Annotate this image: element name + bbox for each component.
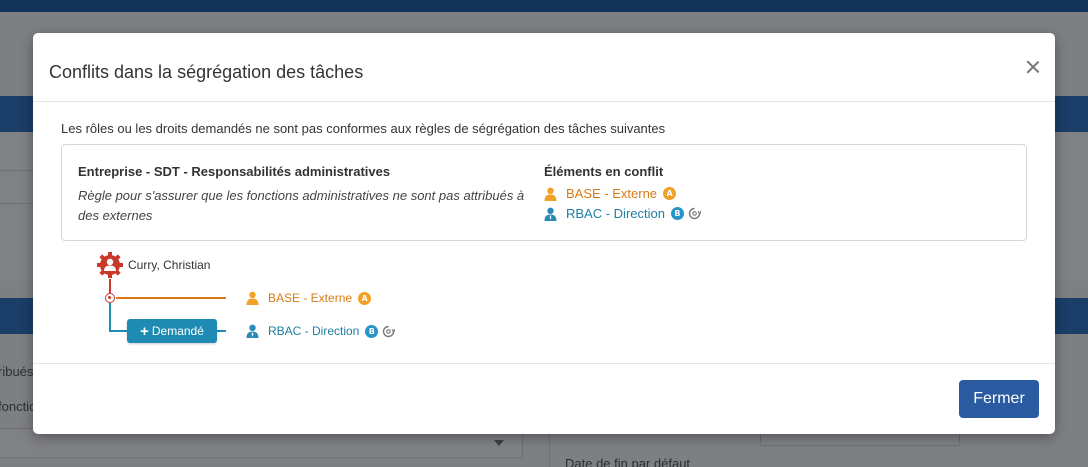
rule-title: Entreprise - SDT - Responsabilités admin… xyxy=(78,164,391,179)
conflict-item-label: RBAC - Direction xyxy=(566,206,665,221)
sync-icon xyxy=(688,207,701,220)
dialog-intro-text: Les rôles ou les droits demandés ne sont… xyxy=(61,121,666,136)
plus-icon: + xyxy=(140,322,149,340)
badge-a-icon: A xyxy=(358,291,372,305)
dialog-footer-divider xyxy=(33,363,1055,364)
app-label: Date de fin par défaut xyxy=(565,456,691,467)
tree-connector xyxy=(116,297,226,299)
user-icon xyxy=(544,207,557,221)
close-icon[interactable] xyxy=(1023,57,1043,77)
app-label: ribués xyxy=(0,364,34,379)
conflict-item[interactable]: RBAC - Direction B xyxy=(544,206,701,221)
user-icon xyxy=(246,291,259,305)
tree-connector xyxy=(109,330,127,332)
user-icon xyxy=(246,324,259,338)
user-gear-icon xyxy=(97,252,123,278)
app-top-bar xyxy=(0,0,1088,12)
tree-connector xyxy=(217,330,226,332)
tree-item-label: RBAC - Direction xyxy=(268,324,360,338)
tree-connector xyxy=(109,303,111,332)
sod-conflict-dialog: Conflits dans la ségrégation des tâches … xyxy=(33,33,1055,434)
conflict-item[interactable]: BASE - Externe A xyxy=(544,186,677,201)
conflict-item-label: BASE - Externe xyxy=(566,186,658,201)
tree-node xyxy=(105,293,115,303)
app-label: fonctio xyxy=(0,399,37,414)
requested-button[interactable]: + Demandé xyxy=(127,319,217,343)
tree-connector xyxy=(109,279,111,293)
tree-item-label: BASE - Externe xyxy=(268,291,353,305)
rule-description: Règle pour s'assurer que les fonctions a… xyxy=(78,188,525,223)
tree-user-name: Curry, Christian xyxy=(128,258,211,272)
tree-item[interactable]: BASE - Externe A xyxy=(246,291,372,305)
badge-a-icon: A xyxy=(663,187,677,200)
badge-b-icon: B xyxy=(365,324,379,338)
rule-card: Entreprise - SDT - Responsabilités admin… xyxy=(61,144,1027,241)
user-icon xyxy=(544,187,557,201)
requested-label: Demandé xyxy=(151,324,204,338)
chevron-down-icon xyxy=(494,440,504,446)
tree-item[interactable]: RBAC - Direction B xyxy=(246,324,396,338)
sync-icon xyxy=(383,325,396,337)
conflicts-title: Éléments en conflit xyxy=(544,164,664,179)
badge-b-icon: B xyxy=(670,207,684,220)
close-button[interactable]: Fermer xyxy=(959,380,1039,418)
dialog-header: Conflits dans la ségrégation des tâches xyxy=(33,33,1055,102)
dialog-title: Conflits dans la ségrégation des tâches xyxy=(49,62,364,82)
